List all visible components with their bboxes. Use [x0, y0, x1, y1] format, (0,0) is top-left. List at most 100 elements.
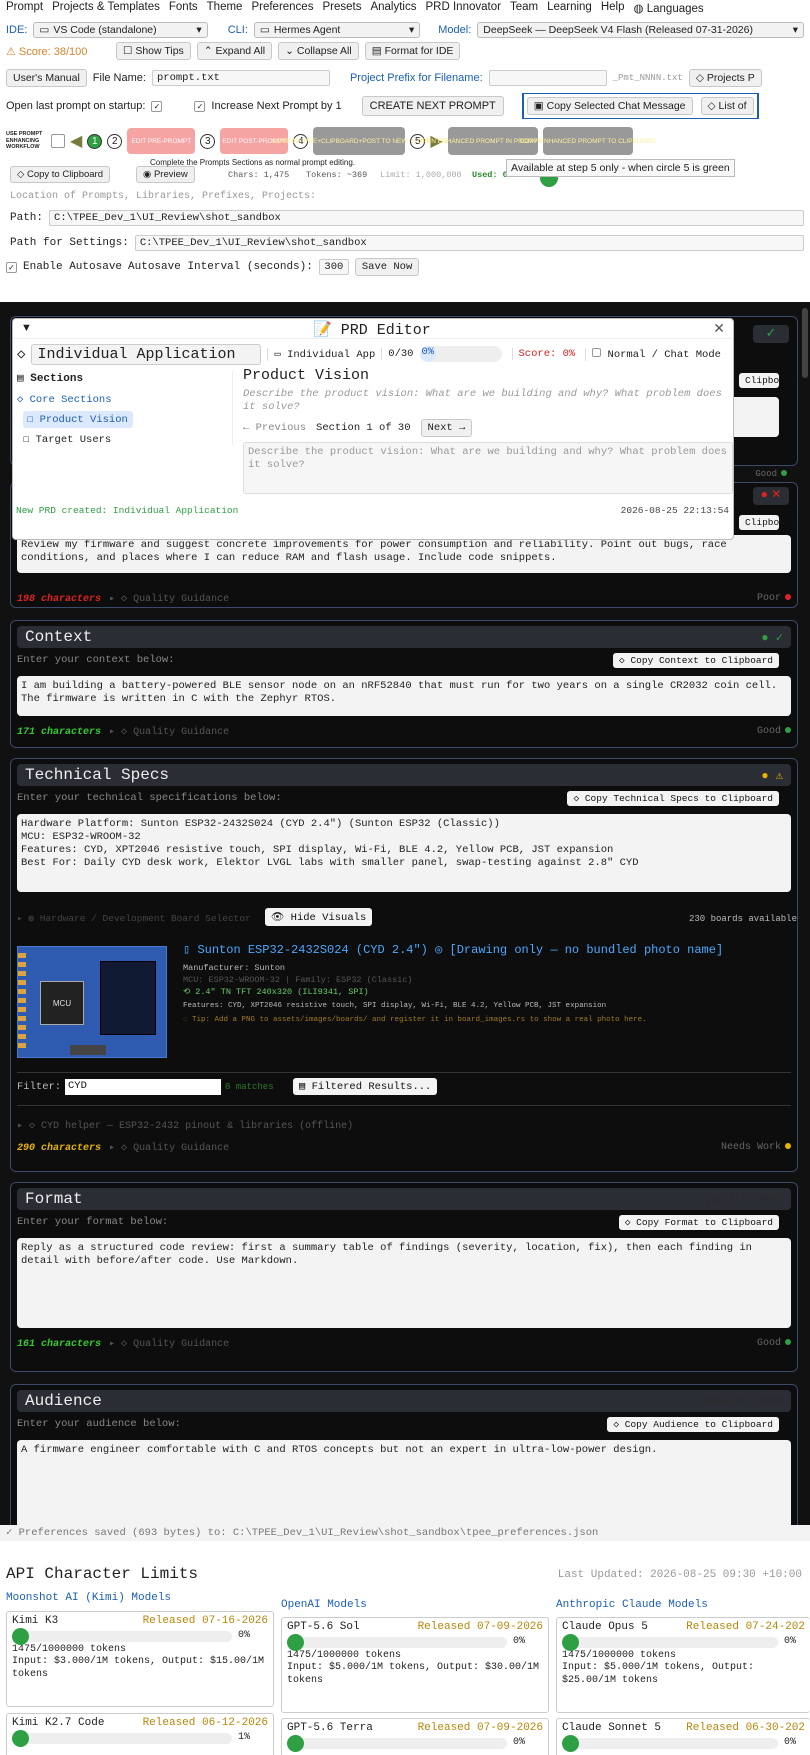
- workflow-checkbox[interactable]: [51, 134, 65, 148]
- ide-select[interactable]: ▭ VS Code (standalone) ▾: [33, 22, 208, 38]
- board-drawing: MCU: [17, 946, 167, 1058]
- expand-all-label: Expand All: [215, 45, 266, 57]
- usage-bar: [287, 1634, 507, 1651]
- section-item-product-vision[interactable]: ☐ Product Vision: [23, 411, 133, 428]
- menu-languages[interactable]: ◍ Languages: [633, 1, 703, 17]
- prefix-input[interactable]: [488, 70, 607, 86]
- copy-context-button[interactable]: ◇ Copy Context to Clipboard: [613, 653, 779, 668]
- check-icon: ✓: [6, 1527, 19, 1539]
- group-openai: OpenAI Models: [281, 1599, 367, 1611]
- menu-help[interactable]: Help: [601, 1, 625, 17]
- audience-text[interactable]: A firmware engineer comfortable with C a…: [17, 1440, 791, 1525]
- show-tips-button[interactable]: ☐ Show Tips: [116, 42, 191, 60]
- prd-name-input[interactable]: Individual Application: [31, 343, 262, 365]
- menu-projects[interactable]: Projects & Templates: [52, 1, 160, 17]
- path-input[interactable]: C:\TPEE_Dev_1\UI_Review\shot_sandbox: [49, 210, 804, 226]
- mode-checkbox[interactable]: [592, 347, 602, 357]
- copy-enhanced-button[interactable]: COPY ENHANCED PROMPT TO CLIPBOARD: [520, 127, 656, 155]
- open-last-checkbox[interactable]: ✓: [151, 100, 163, 112]
- refresh-icon: ⟲: [183, 987, 196, 997]
- increase-checkbox[interactable]: ✓: [194, 100, 206, 112]
- menu-prompt[interactable]: Prompt: [6, 1, 43, 17]
- expand-all-button[interactable]: ⌃ Expand All: [196, 42, 273, 60]
- warn-dot: [785, 1143, 791, 1149]
- monitor-icon: ▭: [259, 24, 270, 36]
- copy-format-button[interactable]: ◇ Copy Format to Clipboard: [618, 1215, 779, 1230]
- context-text[interactable]: I am building a battery-powered BLE sens…: [17, 676, 791, 716]
- settings-input[interactable]: C:\TPEE_Dev_1\UI_Review\shot_sandbox: [134, 235, 804, 251]
- palette-icon: ◎: [435, 943, 443, 957]
- good-dot: [785, 727, 791, 733]
- tech-quality-guidance-label: Quality Guidance: [133, 1143, 230, 1154]
- close-icon[interactable]: ✕: [713, 320, 725, 337]
- copy-to-clipboard-button[interactable]: ◇ Copy to Clipboard: [10, 166, 110, 183]
- tech-text[interactable]: Hardware Platform: Sunton ESP32-2432S024…: [17, 814, 791, 892]
- interval-input[interactable]: 300: [318, 259, 349, 275]
- core-sections-group[interactable]: ◇ Core Sections: [17, 393, 232, 406]
- prd-progress-pct: 0%: [421, 346, 435, 358]
- format-quality-guidance[interactable]: ▸ ◇ Quality Guidance: [109, 1339, 229, 1350]
- section-tech-specs: Technical Specs ● ⚠ Enter your technical …: [10, 758, 798, 1172]
- menu-fonts[interactable]: Fonts: [169, 1, 198, 17]
- context-chars: 171 characters: [17, 727, 102, 738]
- projects-button[interactable]: ◇ Projects P: [688, 69, 762, 87]
- globe-icon: ◍: [633, 3, 644, 15]
- format-ide-button[interactable]: ▤ Format for IDE: [364, 42, 461, 60]
- prd-mode-toggle[interactable]: Normal / Chat Mode: [585, 347, 721, 361]
- tag-icon: ◇: [707, 100, 719, 112]
- board-name: ▯ Sunton ESP32-2432S024 (CYD 2.4") ◎ [Dr…: [183, 942, 723, 957]
- menu-preferences[interactable]: Preferences: [251, 1, 313, 17]
- combine-button[interactable]: COMBINE PRE+CLIPBOARD+POST TO NEW CLIPBO…: [272, 127, 447, 155]
- scrollbar-thumb[interactable]: [802, 308, 808, 378]
- list-button[interactable]: ◇ List of: [700, 97, 754, 115]
- file-name-input[interactable]: prompt.txt: [151, 70, 330, 86]
- save-now-button[interactable]: Save Now: [354, 258, 420, 276]
- section-context: Context ● ✓ Enter your context below: ◇ C…: [10, 620, 798, 748]
- users-manual-button[interactable]: User's Manual: [6, 69, 87, 87]
- folder-icon: ◇: [695, 72, 707, 84]
- section-editor-input[interactable]: Describe the product vision: What are we…: [243, 442, 733, 494]
- tech-quality-guidance[interactable]: ▸ ◇ Quality Guidance: [109, 1143, 229, 1154]
- model-released: Released 07-16-2026: [142, 1615, 268, 1627]
- usage-knob: [12, 1628, 29, 1645]
- menu-team[interactable]: Team: [510, 1, 538, 17]
- filter-input[interactable]: CYD: [65, 1079, 221, 1095]
- copy-tech-button[interactable]: ◇ Copy Technical Specs to Clipboard: [567, 791, 779, 806]
- copy-clipboard-button-1[interactable]: Clipboard: [739, 373, 796, 388]
- task-text[interactable]: Review my firmware and suggest concrete …: [17, 535, 791, 573]
- format-text[interactable]: Reply as a structured code review: first…: [17, 1238, 791, 1328]
- next-button[interactable]: Next →: [420, 419, 473, 437]
- create-next-prompt-button[interactable]: CREATE NEXT PROMPT: [361, 96, 504, 116]
- collapse-triangle-icon[interactable]: ▼: [21, 322, 32, 334]
- menu-analytics[interactable]: Analytics: [370, 1, 416, 17]
- previous-button[interactable]: ← Previous: [243, 422, 306, 434]
- hide-visuals-button[interactable]: 👁 Hide Visuals: [265, 908, 373, 926]
- menu-prd[interactable]: PRD Innovator: [426, 1, 501, 17]
- group-anthropic: Anthropic Claude Models: [556, 1599, 708, 1611]
- filename-suffix: _Pmt_NNNN.txt: [612, 73, 683, 83]
- prd-timestamp: 2026-08-25 22:13:54: [620, 505, 729, 516]
- prd-type-select[interactable]: ▭ Individual App: [267, 347, 375, 361]
- preview-button[interactable]: ◉ Preview: [136, 166, 195, 183]
- edit-pre-prompt-button[interactable]: EDIT PRE-PROMPT: [127, 128, 196, 154]
- copy-clipboard-button-2[interactable]: Clipboard: [739, 515, 796, 530]
- copy-audience-button[interactable]: ◇ Copy Audience to Clipboard: [607, 1417, 779, 1432]
- cli-select[interactable]: ▭ Hermes Agent ▾: [253, 22, 421, 38]
- task-quality-guidance[interactable]: ▸ ◇ Quality Guidance: [109, 594, 229, 605]
- cyd-helper[interactable]: ▸ ◇ CYD helper — ESP32-2432 pinout & lib…: [17, 1120, 791, 1132]
- section-item-target-users[interactable]: ☐ Target Users: [23, 433, 232, 445]
- menu-theme[interactable]: Theme: [207, 1, 243, 17]
- model-select[interactable]: DeepSeek — DeepSeek V4 Flash (Released 0…: [477, 22, 804, 38]
- usage-pct: 1%: [238, 1732, 251, 1743]
- copy-selected-chat-button[interactable]: ▣ Copy Selected Chat Message: [526, 97, 693, 115]
- usage-bar: [287, 1735, 507, 1752]
- context-quality-guidance[interactable]: ▸ ◇ Quality Guidance: [109, 727, 229, 738]
- warning-icon: ⚠: [6, 45, 19, 58]
- menu-learning[interactable]: Learning: [547, 1, 592, 17]
- error-icon: ● ✕: [753, 487, 789, 505]
- autosave-checkbox[interactable]: ✓: [6, 261, 17, 273]
- filtered-results-label: Filtered Results...: [311, 1081, 432, 1093]
- filtered-results-button[interactable]: ▤ Filtered Results...: [293, 1078, 438, 1095]
- collapse-all-button[interactable]: ⌄ Collapse All: [278, 42, 359, 60]
- menu-presets[interactable]: Presets: [322, 1, 361, 17]
